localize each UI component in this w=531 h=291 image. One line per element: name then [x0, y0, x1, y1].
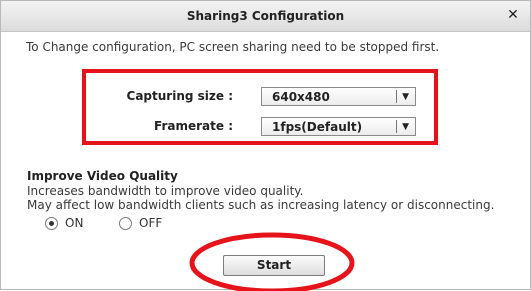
capturing-size-label: Capturing size :	[126, 89, 233, 103]
select-divider	[396, 120, 397, 133]
title-bar: Sharing3 Configuration ✕	[1, 1, 530, 32]
close-icon[interactable]: ✕	[504, 6, 522, 24]
configuration-dialog: Sharing3 Configuration ✕ To Change confi…	[0, 0, 531, 291]
framerate-value: 1fps(Default)	[272, 120, 363, 134]
select-divider	[396, 90, 397, 103]
improve-quality-title: Improve Video Quality	[27, 169, 178, 183]
capturing-size-select[interactable]: 640x480 ▼	[261, 87, 416, 106]
radio-off-label: OFF	[139, 216, 163, 230]
notice-text: To Change configuration, PC screen shari…	[26, 40, 440, 54]
dialog-title: Sharing3 Configuration	[186, 9, 345, 23]
framerate-label: Framerate :	[154, 119, 233, 133]
start-button[interactable]: Start	[223, 255, 325, 276]
radio-on-label: ON	[65, 216, 84, 230]
radio-on-circle	[45, 217, 58, 230]
radio-off-circle	[119, 217, 132, 230]
chevron-down-icon: ▼	[402, 92, 409, 102]
capturing-size-value: 640x480	[272, 90, 330, 104]
chevron-down-icon: ▼	[402, 122, 409, 132]
framerate-select[interactable]: 1fps(Default) ▼	[261, 117, 416, 136]
radio-selected-dot	[49, 221, 54, 226]
quality-description-line2: May affect low bandwidth clients such as…	[27, 198, 495, 212]
quality-description-line1: Increases bandwidth to improve video qua…	[27, 184, 304, 198]
